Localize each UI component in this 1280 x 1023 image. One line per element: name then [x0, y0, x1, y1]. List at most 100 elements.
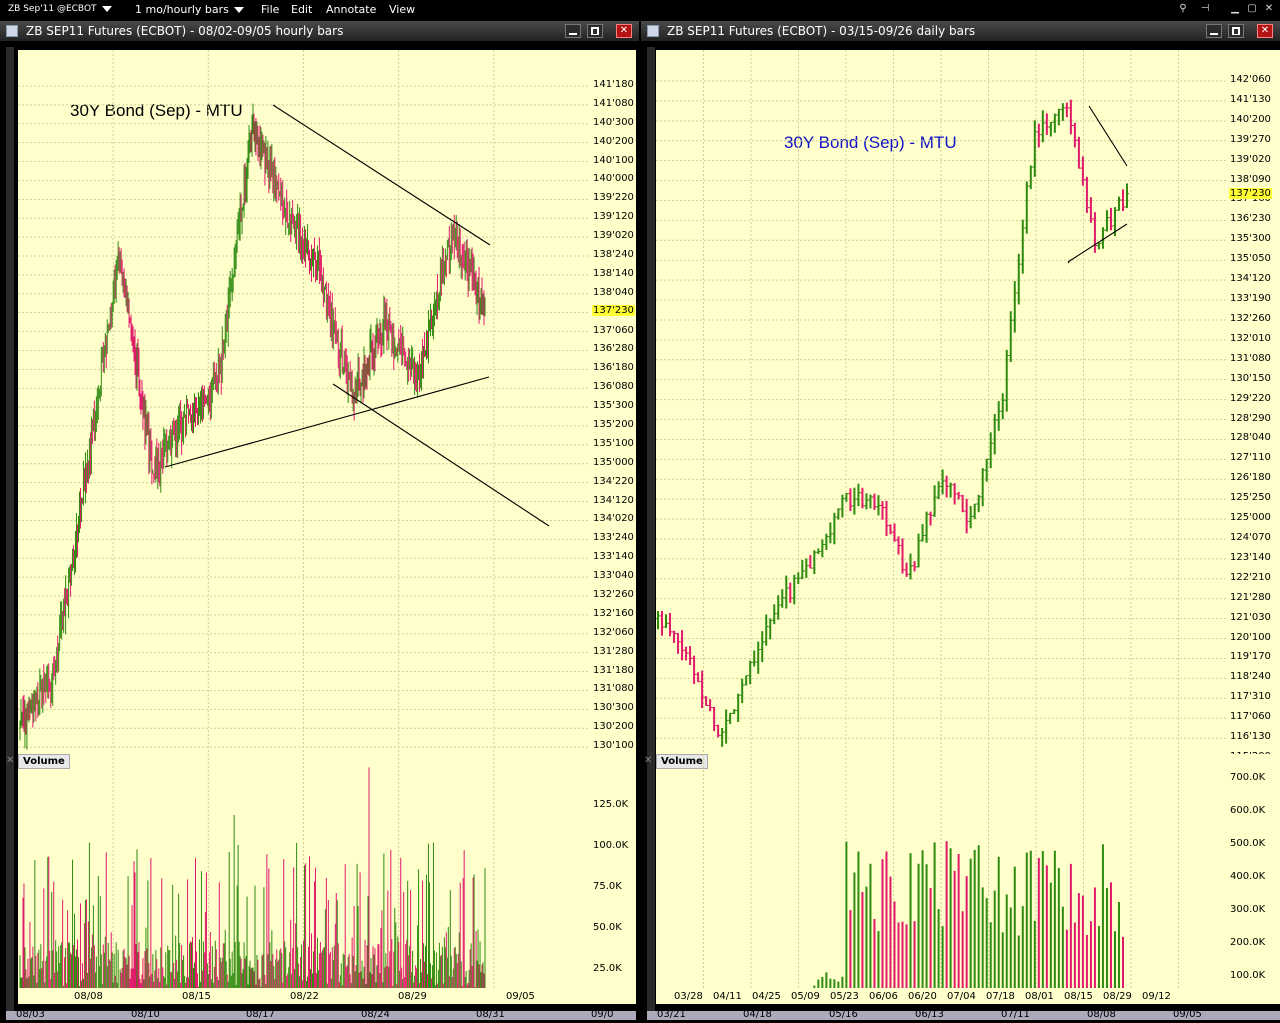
- left-grid: [18, 50, 589, 769]
- left-date-tick: 08/08: [74, 991, 103, 1002]
- app-restore-button[interactable]: ▢: [1245, 3, 1259, 15]
- right-volume-tick: 300.0K: [1230, 904, 1266, 915]
- left-price-tick: 131'080: [593, 683, 634, 695]
- app-close-button[interactable]: ✕: [1262, 3, 1276, 15]
- left-date-tick: 08/15: [182, 991, 211, 1002]
- left-price-tick: 133'240: [593, 532, 634, 544]
- left-price-tick: 141'080: [593, 97, 634, 109]
- app-minimize-button[interactable]: ▁: [1228, 3, 1242, 15]
- right-volume-axis: 700.0K 600.0K 500.0K 400.0K 300.0K 200.0K 100.…: [1226, 754, 1280, 989]
- left-price-tick: 136'180: [593, 362, 634, 374]
- trendline: [1067, 261, 1070, 264]
- left-price-axis: 141'180 141'080 140'300 140'200 140'100 140'0…: [589, 50, 636, 770]
- right-date-tick: 09/12: [1142, 991, 1171, 1002]
- right-price-tick: 129'220: [1230, 392, 1271, 404]
- right-price-tick: 127'110: [1230, 452, 1271, 464]
- right-date-tick: 05/09: [791, 991, 820, 1002]
- left-price-tick: 133'140: [593, 551, 634, 563]
- right-price-tick: 139'020: [1230, 153, 1271, 165]
- left-overview-date: 08/24: [361, 1009, 390, 1020]
- right-price-tick: 123'140: [1230, 551, 1271, 563]
- link-icon[interactable]: ⚲: [1176, 3, 1190, 15]
- right-volume-close-icon[interactable]: ✕: [644, 755, 652, 766]
- chart-window-icon: [6, 25, 18, 37]
- left-minimize-button[interactable]: [565, 24, 581, 38]
- right-window-titlebar[interactable]: ZB SEP11 Futures (ECBOT) - 03/15-09/26 d…: [641, 21, 1280, 41]
- left-price-tick: 130'200: [593, 721, 634, 733]
- symbol-selector[interactable]: ZB Sep'11 @ECBOT: [8, 4, 112, 14]
- left-volume-tick: 75.0K: [593, 881, 622, 892]
- right-date-tick: 08/29: [1103, 991, 1132, 1002]
- left-volume-axis: 125.0K 100.0K 75.0K 50.0K 25.0K: [589, 754, 636, 989]
- left-price-tick: 135'200: [593, 419, 634, 430]
- right-volume-tick: 600.0K: [1230, 805, 1266, 816]
- left-window-titlebar[interactable]: ZB SEP11 Futures (ECBOT) - 08/02-09/05 h…: [0, 21, 639, 41]
- left-price-tick: 136'280: [593, 343, 634, 355]
- left-last-price-tag: 137'230: [592, 305, 635, 317]
- pin-icon[interactable]: ⊣: [1198, 3, 1212, 15]
- left-price-tick: 138'040: [593, 286, 634, 298]
- right-price-tick: 122'210: [1230, 571, 1271, 583]
- trendline: [332, 383, 550, 527]
- menu-view[interactable]: View: [389, 3, 415, 16]
- trendline: [272, 104, 491, 246]
- left-overview-date: 08/17: [246, 1009, 275, 1020]
- left-vertical-scrollbar[interactable]: [6, 47, 14, 1017]
- menu-file[interactable]: File: [261, 3, 279, 16]
- right-date-tick: 06/06: [869, 991, 898, 1002]
- right-date-tick: 08/01: [1025, 991, 1054, 1002]
- left-price-tick: 131'280: [593, 645, 634, 657]
- left-overview-date: 08/03: [16, 1009, 45, 1020]
- left-price-pane[interactable]: 30Y Bond (Sep) - MTU: [18, 50, 589, 769]
- right-volume-tick: 700.0K: [1230, 772, 1266, 783]
- right-date-tick: 05/23: [830, 991, 859, 1002]
- app-menubar: ZB Sep'11 @ECBOT 1 mo/hourly bars File E…: [0, 0, 1280, 20]
- right-price-tick: 131'080: [1230, 352, 1271, 364]
- left-maximize-button[interactable]: [587, 24, 603, 38]
- left-price-tick: 138'240: [593, 249, 634, 260]
- left-trendlines: [164, 104, 550, 527]
- right-date-tick: 07/04: [947, 991, 976, 1002]
- left-date-tick: 08/22: [290, 991, 319, 1002]
- left-volume-close-icon[interactable]: ✕: [6, 755, 14, 766]
- right-price-tick: 132'260: [1230, 312, 1271, 324]
- left-price-tick: 133'040: [593, 570, 634, 582]
- right-close-button[interactable]: ✕: [1257, 24, 1273, 38]
- period-selector[interactable]: 1 mo/hourly bars: [135, 3, 244, 16]
- right-price-tick: 141'130: [1230, 93, 1271, 105]
- right-date-axis: 03/28 04/11 04/25 05/09 05/23 06/06 06/20 07/04…: [656, 989, 1280, 1004]
- right-maximize-button[interactable]: [1228, 24, 1244, 38]
- right-volume-pane[interactable]: Volume: [656, 754, 1226, 989]
- right-date-tick: 08/15: [1064, 991, 1093, 1002]
- menu-annotate[interactable]: Annotate: [326, 3, 376, 16]
- left-close-button[interactable]: ✕: [616, 24, 632, 38]
- left-volume-tick: 50.0K: [593, 922, 622, 933]
- left-volume-pane[interactable]: Volume: [18, 754, 589, 989]
- right-price-tick: 116'130: [1230, 731, 1271, 743]
- left-price-tick: 135'300: [593, 400, 634, 412]
- left-date-tick: 09/05: [506, 991, 535, 1002]
- right-price-tick: 117'060: [1230, 711, 1271, 723]
- right-date-tick: 06/20: [908, 991, 937, 1002]
- right-price-tick: 120'100: [1230, 631, 1271, 643]
- left-date-tick: 08/29: [398, 991, 427, 1002]
- right-minimize-button[interactable]: [1206, 24, 1222, 38]
- right-overview-date: 08/08: [1087, 1009, 1116, 1020]
- right-price-tick: 142'060: [1230, 74, 1271, 85]
- right-price-tick: 133'190: [1230, 293, 1271, 305]
- left-overview-date: 09/0: [591, 1009, 614, 1020]
- left-price-tick: 139'220: [593, 192, 634, 204]
- right-last-price-tag: 137'230: [1229, 187, 1272, 199]
- right-vertical-scrollbar[interactable]: [647, 47, 655, 1017]
- menu-edit[interactable]: Edit: [291, 3, 312, 16]
- left-price-tick: 140'300: [593, 116, 634, 128]
- right-price-pane[interactable]: 30Y Bond (Sep) - MTU: [656, 50, 1226, 769]
- right-chart-window: ZB SEP11 Futures (ECBOT) - 03/15-09/26 d…: [641, 21, 1280, 1023]
- left-price-tick: 139'120: [593, 211, 634, 223]
- right-overview-axis[interactable]: 03/21 04/18 05/16 06/13 07/11 08/08 09/05: [647, 1009, 1280, 1020]
- left-price-tick: 138'140: [593, 267, 634, 279]
- right-volume-tick: 500.0K: [1230, 838, 1266, 849]
- right-date-tick: 04/25: [752, 991, 781, 1002]
- left-overview-axis[interactable]: 08/03 08/10 08/17 08/24 08/31 09/0: [6, 1009, 636, 1020]
- right-price-tick: 135'050: [1230, 253, 1271, 265]
